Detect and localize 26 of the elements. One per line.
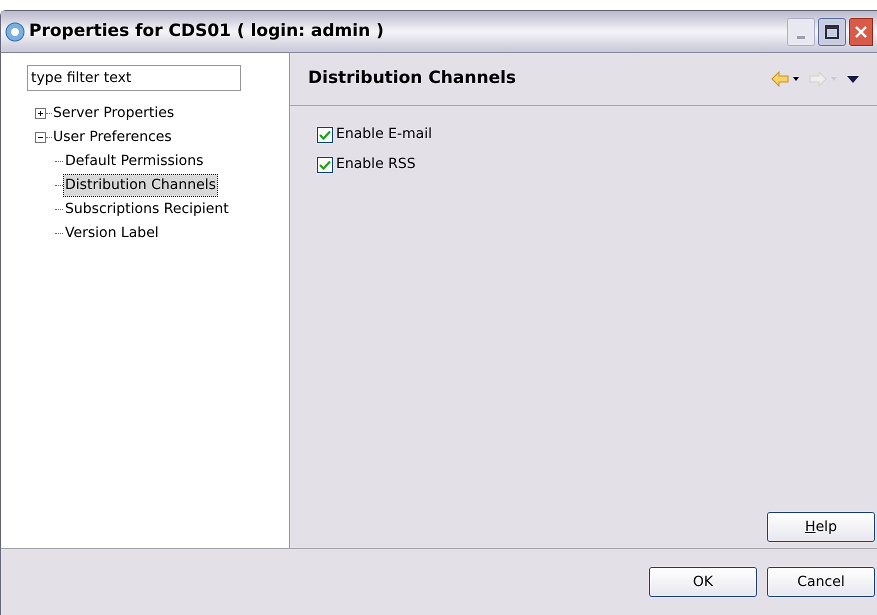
tree-item[interactable]: Default Permissions (63, 150, 206, 172)
maximize-button[interactable] (818, 18, 846, 46)
tree-item[interactable]: User Preferences (52, 126, 173, 148)
help-button[interactable]: Help (767, 512, 875, 542)
checkbox-label: Enable RSS (336, 155, 416, 174)
tree-item[interactable]: Version Label (63, 222, 161, 244)
check-icon (319, 160, 331, 170)
dropdown-caret-icon[interactable] (793, 77, 799, 81)
tree-item[interactable]: Subscriptions Recipient (63, 198, 231, 220)
collapse-icon[interactable] (35, 132, 46, 142)
check-icon (319, 130, 331, 140)
cancel-button[interactable]: Cancel (767, 567, 875, 597)
checkbox[interactable] (317, 156, 333, 172)
tree-item[interactable]: Server Properties (52, 102, 176, 124)
expand-icon[interactable] (35, 108, 46, 118)
close-icon[interactable] (854, 24, 868, 38)
checkbox-label: Enable E-mail (336, 125, 432, 144)
checkbox[interactable] (317, 126, 333, 142)
window-title: Properties for CDS01 ( login: admin ) (29, 20, 384, 43)
menu-icon[interactable] (847, 76, 859, 82)
ok-button[interactable]: OK (649, 567, 757, 597)
page-title: Distribution Channels (308, 67, 516, 90)
tree-item[interactable]: Distribution Channels (63, 174, 218, 196)
globe-icon (5, 22, 25, 42)
close-button[interactable] (849, 18, 873, 46)
filter-field[interactable]: type filter text (27, 65, 241, 91)
